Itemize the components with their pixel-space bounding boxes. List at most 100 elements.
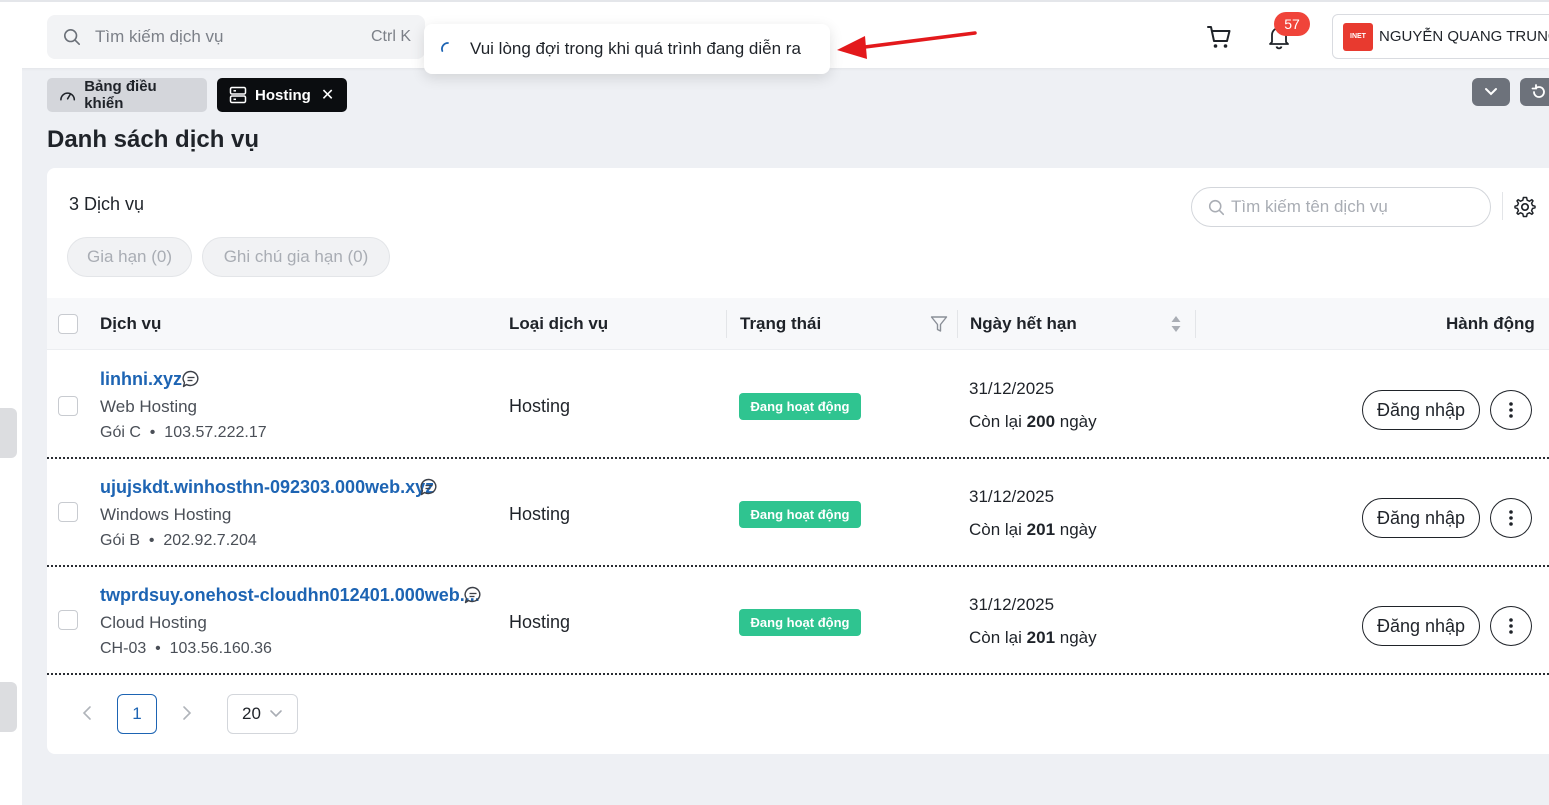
refresh-icon — [1531, 84, 1545, 98]
remaining-days: Còn lại 201 ngày — [969, 628, 1097, 648]
status-badge: Đang hoạt động — [739, 393, 861, 420]
notification-badge: 57 — [1274, 12, 1310, 36]
left-rail — [0, 68, 22, 805]
page-number-current[interactable]: 1 — [117, 694, 157, 734]
service-plan: Gói B • 202.92.7.204 — [100, 532, 257, 549]
services-card: 3 Dịch vụ Gia hạn (0) Ghi chú gia hạn (0… — [47, 168, 1549, 754]
row-checkbox[interactable] — [58, 502, 78, 522]
table-row: ujujskdt.winhosthn-092303.000web.xyz Win… — [47, 459, 1549, 567]
service-name-link[interactable]: linhni.xyz — [100, 369, 182, 390]
tab-dashboard-label: Bảng điều khiển — [84, 78, 157, 112]
more-button[interactable] — [1490, 606, 1532, 646]
select-all-checkbox[interactable] — [58, 314, 78, 334]
chat-icon[interactable] — [464, 586, 482, 604]
top-bar: Tìm kiếm dịch vụ Ctrl K Vui lòng đợi tro… — [0, 0, 1549, 74]
renew-button[interactable]: Gia hạn (0) — [67, 237, 192, 277]
column-divider — [726, 310, 727, 338]
search-shortcut: Ctrl K — [371, 28, 411, 45]
service-product: Cloud Hosting — [100, 613, 207, 632]
login-button[interactable]: Đăng nhập — [1362, 606, 1480, 646]
remaining-prefix: Còn lại — [969, 520, 1022, 539]
expiry-date: 31/12/2025 — [969, 487, 1055, 506]
table-header: Dịch vụ Loại dịch vụ Trạng thái Ngày hết… — [47, 298, 1549, 350]
row-checkbox[interactable] — [58, 610, 78, 630]
more-vertical-icon — [1509, 510, 1513, 526]
remaining-count: 201 — [1026, 520, 1056, 539]
login-button[interactable]: Đăng nhập — [1362, 498, 1480, 538]
ip-address: 202.92.7.204 — [163, 532, 257, 549]
cart-icon[interactable] — [1206, 24, 1232, 50]
more-vertical-icon — [1509, 618, 1513, 634]
column-service: Dịch vụ — [100, 314, 162, 333]
tab-dashboard[interactable]: Bảng điều khiển — [47, 78, 207, 112]
chevron-down-icon — [270, 710, 282, 718]
more-button[interactable] — [1490, 390, 1532, 430]
row-checkbox[interactable] — [58, 396, 78, 416]
login-button[interactable]: Đăng nhập — [1362, 390, 1480, 430]
remaining-prefix: Còn lại — [969, 628, 1022, 647]
remaining-suffix: ngày — [1059, 520, 1097, 539]
search-placeholder: Tìm kiếm tên dịch vụ — [1231, 197, 1388, 216]
remaining-count: 200 — [1026, 412, 1056, 431]
plan-name: CH-03 — [100, 640, 147, 657]
refresh-button[interactable] — [1520, 78, 1549, 106]
rail-handle[interactable] — [0, 408, 17, 458]
tab-hosting[interactable]: Hosting ✕ — [217, 78, 347, 112]
status-badge: Đang hoạt động — [739, 501, 861, 528]
collapse-button[interactable] — [1472, 78, 1510, 106]
service-name-link[interactable]: ujujskdt.winhosthn-092303.000web.xyz — [100, 477, 434, 498]
tab-hosting-label: Hosting — [255, 86, 311, 104]
user-menu[interactable]: INET NGUYỄN QUANG TRUNG — [1332, 14, 1549, 59]
search-icon — [63, 28, 81, 46]
table-row: twprdsuy.onehost-cloudhn012401.000web...… — [47, 567, 1549, 675]
user-name: NGUYỄN QUANG TRUNG — [1379, 28, 1549, 45]
rail-handle[interactable] — [0, 682, 17, 732]
renew-note-button[interactable]: Ghi chú gia hạn (0) — [202, 237, 390, 277]
page-size-value: 20 — [242, 704, 261, 723]
company-logo: INET — [1343, 22, 1373, 51]
annotation-arrow-icon — [837, 31, 977, 59]
service-name-link[interactable]: twprdsuy.onehost-cloudhn012401.000web...… — [100, 585, 480, 606]
ip-address: 103.57.222.17 — [164, 424, 267, 441]
close-icon[interactable]: ✕ — [321, 85, 334, 105]
more-vertical-icon — [1509, 402, 1513, 418]
page-size-select[interactable]: 20 — [227, 694, 298, 734]
chat-icon[interactable] — [182, 370, 200, 388]
remaining-days: Còn lại 201 ngày — [969, 520, 1097, 540]
status-badge: Đang hoạt động — [739, 609, 861, 636]
chevron-right-icon[interactable] — [181, 705, 193, 721]
remaining-days: Còn lại 200 ngày — [969, 412, 1097, 432]
loading-spinner-icon — [441, 42, 449, 52]
service-product: Web Hosting — [100, 397, 198, 416]
page-title: Danh sách dịch vụ — [47, 126, 260, 153]
column-expiry: Ngày hết hạn — [970, 314, 1077, 333]
table-row: linhni.xyz Web Hosting Gói C • 103.57.22… — [47, 351, 1549, 459]
global-search-input[interactable]: Tìm kiếm dịch vụ Ctrl K — [47, 15, 425, 59]
service-name-search-input[interactable]: Tìm kiếm tên dịch vụ — [1191, 187, 1491, 227]
loading-toast: Vui lòng đợi trong khi quá trình đang di… — [424, 24, 830, 74]
remaining-suffix: ngày — [1059, 412, 1097, 431]
column-action: Hành động — [1446, 314, 1535, 333]
server-icon — [229, 86, 247, 104]
remaining-prefix: Còn lại — [969, 412, 1022, 431]
plan-name: Gói C — [100, 424, 141, 441]
column-divider — [957, 310, 958, 338]
toast-message: Vui lòng đợi trong khi quá trình đang di… — [470, 39, 801, 58]
service-kind: Hosting — [509, 612, 571, 632]
gear-icon[interactable] — [1513, 195, 1537, 219]
remaining-suffix: ngày — [1059, 628, 1097, 647]
search-icon — [1208, 199, 1225, 215]
column-type: Loại dịch vụ — [509, 314, 609, 333]
search-placeholder: Tìm kiếm dịch vụ — [95, 27, 224, 46]
chevron-left-icon[interactable] — [81, 705, 93, 721]
ip-address: 103.56.160.36 — [169, 640, 272, 657]
speedometer-icon — [60, 92, 76, 101]
expiry-date: 31/12/2025 — [969, 595, 1055, 614]
sort-icon[interactable] — [1170, 313, 1182, 335]
chat-icon[interactable] — [420, 478, 438, 496]
filter-icon[interactable] — [930, 315, 948, 333]
divider — [1502, 192, 1503, 220]
more-button[interactable] — [1490, 498, 1532, 538]
service-kind: Hosting — [509, 504, 571, 524]
service-product: Windows Hosting — [100, 505, 232, 524]
